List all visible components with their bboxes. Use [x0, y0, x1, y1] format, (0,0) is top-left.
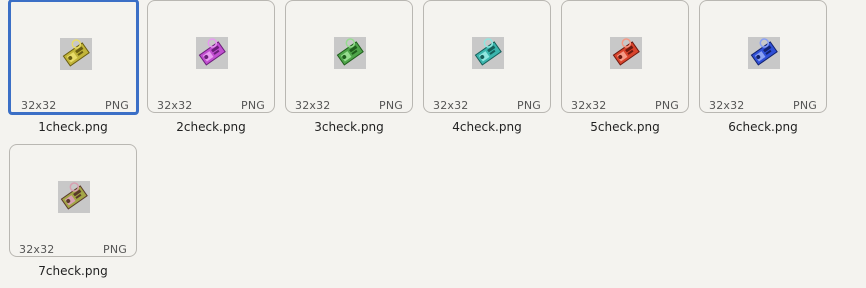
file-name[interactable]: 3check.png: [285, 120, 413, 134]
image-dimensions: 32x32: [19, 243, 55, 256]
file-format: PNG: [517, 99, 541, 112]
file-tile[interactable]: 32x32 PNG: [8, 0, 139, 115]
check-sprite-icon: [474, 38, 502, 66]
file-format: PNG: [793, 99, 817, 112]
check-sprite-icon: [60, 182, 88, 210]
check-sprite-icon: [198, 38, 226, 66]
file-name[interactable]: 7check.png: [9, 264, 137, 278]
file-format: PNG: [655, 99, 679, 112]
image-thumbnail: [610, 37, 642, 69]
image-dimensions: 32x32: [21, 99, 57, 112]
file-format: PNG: [103, 243, 127, 256]
image-thumbnail: [472, 37, 504, 69]
image-thumbnail: [334, 37, 366, 69]
check-sprite-icon: [612, 38, 640, 66]
file-item[interactable]: 32x32 PNG 3check.png: [285, 0, 415, 140]
file-tile[interactable]: 32x32 PNG: [699, 0, 827, 113]
file-tile[interactable]: 32x32 PNG: [423, 0, 551, 113]
file-name[interactable]: 5check.png: [561, 120, 689, 134]
file-item[interactable]: 32x32 PNG 7check.png: [9, 144, 139, 284]
image-thumbnail: [748, 37, 780, 69]
image-dimensions: 32x32: [295, 99, 331, 112]
image-dimensions: 32x32: [157, 99, 193, 112]
file-name[interactable]: 6check.png: [699, 120, 827, 134]
file-item[interactable]: 32x32 PNG 5check.png: [561, 0, 691, 140]
image-thumbnail: [60, 38, 92, 70]
check-sprite-icon: [750, 38, 778, 66]
image-thumbnail: [196, 37, 228, 69]
image-thumbnail: [58, 181, 90, 213]
file-item[interactable]: 32x32 PNG 1check.png: [8, 0, 139, 140]
image-dimensions: 32x32: [571, 99, 607, 112]
file-item[interactable]: 32x32 PNG 2check.png: [147, 0, 277, 140]
file-tile[interactable]: 32x32 PNG: [285, 0, 413, 113]
file-tile[interactable]: 32x32 PNG: [561, 0, 689, 113]
image-dimensions: 32x32: [433, 99, 469, 112]
image-dimensions: 32x32: [709, 99, 745, 112]
file-format: PNG: [241, 99, 265, 112]
file-tile[interactable]: 32x32 PNG: [9, 144, 137, 257]
file-format: PNG: [379, 99, 403, 112]
file-name[interactable]: 4check.png: [423, 120, 551, 134]
file-grid: 32x32 PNG 1check.png 32x32 PNG 2check.pn…: [0, 0, 866, 288]
file-item[interactable]: 32x32 PNG 4check.png: [423, 0, 553, 140]
file-item[interactable]: 32x32 PNG 6check.png: [699, 0, 829, 140]
check-sprite-icon: [62, 39, 90, 67]
file-name[interactable]: 1check.png: [9, 120, 137, 134]
file-format: PNG: [105, 99, 129, 112]
file-name[interactable]: 2check.png: [147, 120, 275, 134]
check-sprite-icon: [336, 38, 364, 66]
file-tile[interactable]: 32x32 PNG: [147, 0, 275, 113]
